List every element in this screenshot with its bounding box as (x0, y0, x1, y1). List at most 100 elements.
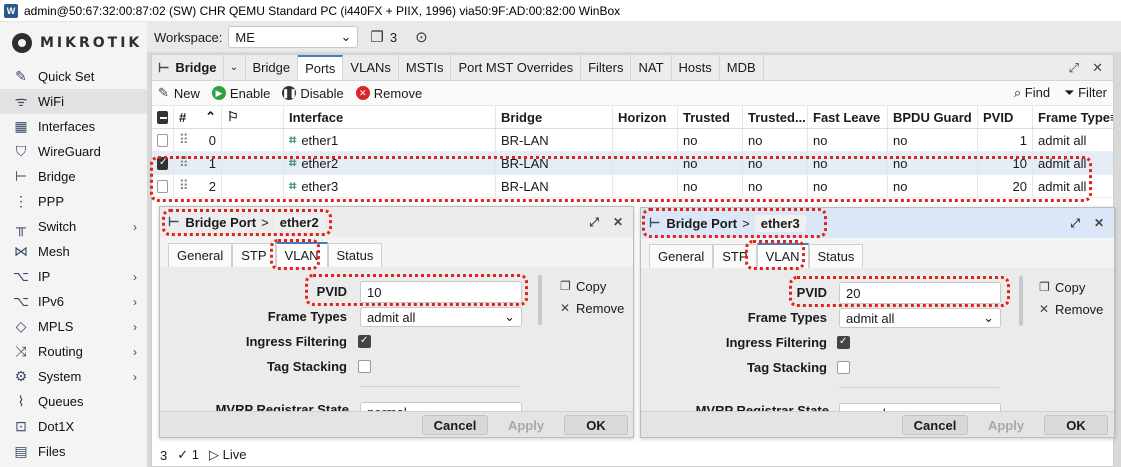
col-trusted-2[interactable]: Trusted... (743, 106, 808, 128)
tab-hosts[interactable]: Hosts (672, 55, 720, 80)
cell-fast-leave: no (808, 129, 888, 151)
tag-stacking-checkbox[interactable] (837, 361, 850, 374)
scrollbar[interactable] (538, 275, 542, 325)
frame-types-select[interactable]: admit all ⌄ (839, 308, 1001, 328)
tab-nat[interactable]: NAT (631, 55, 672, 80)
ingress-filtering-checkbox[interactable] (837, 336, 850, 349)
pvid-input[interactable]: 20 (839, 282, 1001, 304)
tab-vlan[interactable]: VLAN (756, 243, 809, 268)
close-icon[interactable]: ✕ (613, 215, 623, 229)
sidebar-item-ipv6[interactable]: ⌥ IPv6 › (0, 289, 147, 314)
row-checkbox[interactable] (152, 129, 174, 151)
workspace-select[interactable]: ME ⌄ (228, 26, 359, 48)
tab-vlan[interactable]: VLAN (275, 242, 328, 267)
sidebar-item-interfaces[interactable]: ▦ Interfaces (0, 114, 147, 139)
col-num[interactable]: # ⌃ (174, 106, 222, 128)
cancel-button[interactable]: Cancel (422, 415, 488, 435)
col-bpdu-guard[interactable]: BPDU Guard (888, 106, 978, 128)
tab-general[interactable]: General (649, 244, 714, 268)
sidebar-item-switch[interactable]: ╥ Switch › (0, 214, 147, 239)
tab-status[interactable]: Status (327, 243, 383, 267)
sidebar-item-bridge[interactable]: ⊢ Bridge (0, 164, 147, 189)
tab-status[interactable]: Status (808, 244, 864, 268)
divider (360, 386, 520, 387)
sidebar-item-queues[interactable]: ⌇ Queues (0, 389, 147, 414)
table-row[interactable]: ⠿ 2 ⌗ ether3 BR-LAN no no no no 20 admit a… (152, 175, 1113, 198)
col-trusted[interactable]: Trusted (678, 106, 743, 128)
windows-icon[interactable]: ❐ (370, 28, 383, 46)
row-checkbox[interactable] (152, 175, 174, 197)
copy-button[interactable]: ❐ Copy (1039, 276, 1103, 298)
sidebar-item-quick-set[interactable]: ✎ Quick Set (0, 64, 147, 89)
tab-stp[interactable]: STP (713, 244, 757, 268)
tab-filters[interactable]: Filters (581, 55, 632, 80)
minus-checkbox-icon (157, 110, 168, 124)
expand-icon[interactable]: ⤢ (1069, 60, 1079, 76)
sidebar-item-ip[interactable]: ⌥ IP › (0, 264, 147, 289)
sidebar-item-routing[interactable]: ⤨ Routing › (0, 339, 147, 364)
sidebar-item-label: Routing (38, 344, 83, 359)
col-bridge[interactable]: Bridge (496, 106, 613, 128)
table-row[interactable]: ⠿1 ⌗ether2 BR-LAN no no no no 10 admit a… (152, 152, 1113, 175)
dialog-remove-button[interactable]: ✕ Remove (560, 297, 624, 319)
ok-button[interactable]: OK (564, 415, 628, 435)
sidebar-item-wireguard[interactable]: ⛉ WireGuard (0, 139, 147, 164)
drag-handle-icon[interactable]: ⠿ (179, 132, 189, 148)
col-frame-type[interactable]: Frame Type≡ (1033, 106, 1113, 128)
tab-ports[interactable]: Ports (298, 55, 344, 80)
tab-bridge[interactable]: Bridge (246, 55, 299, 80)
drag-handle-icon[interactable]: ⠿ (179, 178, 189, 194)
sidebar-item-label: Queues (38, 394, 84, 409)
live-toggle[interactable]: ▷ Live (209, 447, 246, 463)
drag-handle-icon[interactable]: ⠿ (179, 155, 189, 171)
table-row[interactable]: ⠿ 0 ⌗ ether1 BR-LAN no no no no 1 admit al… (152, 129, 1113, 152)
tag-stacking-checkbox[interactable] (358, 360, 371, 373)
sidebar-item-ppp[interactable]: ⋮ PPP (0, 189, 147, 214)
enable-button[interactable]: ▶ Enable (211, 86, 270, 101)
selected-count-text: 1 (191, 447, 199, 462)
new-button[interactable]: ✎ New (158, 85, 200, 101)
col-interface[interactable]: Interface (284, 106, 496, 128)
scrollbar[interactable] (1019, 276, 1023, 326)
row-checkbox[interactable] (152, 152, 174, 174)
ok-button[interactable]: OK (1044, 415, 1108, 435)
sidebar-item-dot1x[interactable]: ⊡ Dot1X (0, 414, 147, 439)
tab-port-mst-overrides[interactable]: Port MST Overrides (451, 55, 582, 80)
tab-mdb[interactable]: MDB (720, 55, 764, 80)
close-icon[interactable]: ✕ (1094, 216, 1104, 230)
queues-icon: ⌇ (17, 393, 25, 409)
cancel-button[interactable]: Cancel (902, 415, 968, 435)
frame-types-select[interactable]: admit all ⌄ (360, 307, 522, 327)
col-horizon[interactable]: Horizon (613, 106, 678, 128)
close-icon[interactable]: ✕ (1092, 60, 1103, 76)
col-fast-leave[interactable]: Fast Leave (808, 106, 888, 128)
sidebar-item-wifi[interactable]: ᯤ WiFi (0, 89, 147, 114)
tab-general[interactable]: General (168, 243, 233, 267)
pvid-input[interactable]: 10 (360, 281, 522, 303)
tab-stp[interactable]: STP (232, 243, 276, 267)
sidebar-item-mpls[interactable]: ◇ MPLS › (0, 314, 147, 339)
zoom-icon[interactable]: ⊙ (415, 28, 428, 46)
disable-label: Disable (300, 85, 344, 101)
filter-button[interactable]: ⏷ Filter (1064, 85, 1107, 101)
dialog-remove-button[interactable]: ✕ Remove (1039, 298, 1103, 320)
col-pvid[interactable]: PVID (978, 106, 1033, 128)
copy-button[interactable]: ❐ Copy (560, 275, 624, 297)
sidebar-item-system[interactable]: ⚙ System › (0, 364, 147, 389)
sidebar-item-files[interactable]: ▤ Files (0, 439, 147, 464)
window-titlebar: W admin@50:67:32:00:87:02 (SW) CHR QEMU … (0, 0, 1121, 22)
expand-icon[interactable]: ⤢ (589, 215, 599, 230)
col-flag[interactable]: ⚐ (222, 106, 284, 128)
tab-mstis[interactable]: MSTIs (399, 55, 452, 80)
disable-button[interactable]: ❚❚ Disable (282, 85, 344, 101)
remove-button[interactable]: ✕ Remove (355, 86, 422, 101)
apply-button[interactable]: Apply (974, 415, 1038, 435)
select-all-checkbox[interactable] (152, 106, 174, 128)
sidebar-item-mesh[interactable]: ⋈ Mesh (0, 239, 147, 264)
tab-vlans[interactable]: VLANs (343, 55, 399, 80)
expand-icon[interactable]: ⤢ (1070, 216, 1080, 231)
ingress-filtering-checkbox[interactable] (358, 335, 371, 348)
apply-button[interactable]: Apply (494, 415, 558, 435)
chevron-down-icon[interactable]: ⌄ (224, 55, 246, 80)
find-button[interactable]: ⌕ Find (1014, 85, 1050, 101)
